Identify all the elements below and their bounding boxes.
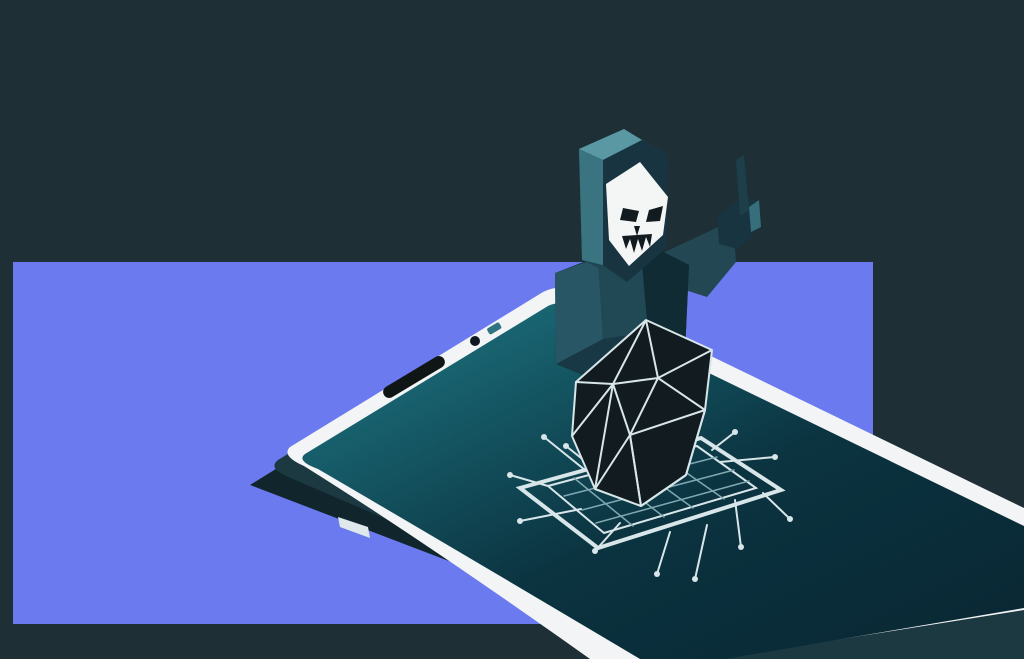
hero-illustration-canvas xyxy=(0,0,1024,659)
security-threat-illustration xyxy=(250,129,1024,659)
front-camera-icon xyxy=(470,336,480,346)
figure-hood-left xyxy=(579,149,603,265)
